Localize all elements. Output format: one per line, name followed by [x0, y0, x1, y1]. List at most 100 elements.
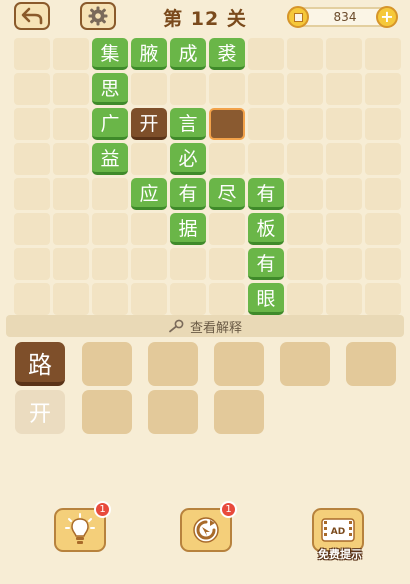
char-tile[interactable]: 板	[248, 213, 284, 245]
char-tile[interactable]: 据	[170, 213, 206, 245]
char-tile[interactable]: 言	[170, 108, 206, 140]
empty-cell	[287, 38, 323, 70]
tile-char: 腋	[139, 43, 159, 65]
back-button[interactable]	[14, 2, 50, 30]
choice-tile[interactable]: 路	[15, 342, 65, 386]
lightbulb-hint-button[interactable]: 1	[54, 501, 111, 552]
empty-cell	[248, 73, 284, 105]
choice-tile[interactable]: 开	[15, 390, 65, 434]
empty-cell	[53, 143, 89, 175]
free-hint-label: 免费提示	[318, 548, 362, 561]
tile-char: 眼	[256, 288, 276, 310]
choice-char: 路	[28, 350, 52, 379]
char-tile[interactable]: 益	[92, 143, 128, 175]
empty-cell	[365, 283, 401, 315]
empty-cell	[209, 213, 245, 245]
empty-cell	[326, 213, 362, 245]
tile-char: 成	[178, 43, 198, 65]
empty-cell	[365, 248, 401, 280]
empty-cell	[14, 38, 50, 70]
empty-cell	[287, 248, 323, 280]
empty-cell	[365, 38, 401, 70]
empty-cell	[365, 143, 401, 175]
empty-cell	[287, 143, 323, 175]
empty-cell	[248, 108, 284, 140]
empty-cell	[131, 73, 167, 105]
char-tile[interactable]: 广	[92, 108, 128, 140]
tile-char: 有	[256, 253, 276, 275]
choice-slot-empty[interactable]	[214, 342, 264, 386]
empty-cell	[131, 143, 167, 175]
view-explanation-label: 查看解释	[189, 320, 242, 336]
svg-text:AD: AD	[331, 527, 345, 537]
choice-slot-empty[interactable]	[82, 342, 132, 386]
empty-cell	[326, 108, 362, 140]
tile-char: 集	[100, 43, 120, 65]
empty-cell	[365, 108, 401, 140]
selected-empty-cell[interactable]	[209, 108, 245, 140]
tile-char: 板	[256, 218, 276, 240]
settings-button[interactable]	[80, 2, 116, 30]
view-explanation-button[interactable]: 查看解释	[6, 315, 404, 337]
level-title: 第 12 关	[163, 8, 247, 30]
empty-cell	[14, 213, 50, 245]
empty-cell	[92, 213, 128, 245]
tile-char: 有	[178, 183, 198, 205]
char-tile[interactable]: 成	[170, 38, 206, 70]
choice-slot-empty[interactable]	[346, 342, 396, 386]
tile-char: 益	[100, 148, 120, 170]
empty-cell	[209, 73, 245, 105]
empty-cell	[14, 73, 50, 105]
char-tile[interactable]: 尽	[209, 178, 245, 210]
coin-count: 834	[333, 10, 357, 24]
hint-count-badge: 1	[94, 501, 111, 518]
char-tile[interactable]: 集	[92, 38, 128, 70]
empty-cell	[287, 178, 323, 210]
choice-slot-empty[interactable]	[280, 342, 330, 386]
free-hint-ad-button[interactable]: AD 免费提示	[312, 508, 364, 561]
empty-cell	[326, 73, 362, 105]
empty-cell	[287, 283, 323, 315]
char-tile[interactable]: 应	[131, 178, 167, 210]
tile-char: 尽	[217, 183, 237, 205]
tile-char: 应	[139, 183, 159, 205]
refresh-button[interactable]: 1	[180, 501, 237, 552]
char-tile[interactable]: 腋	[131, 38, 167, 70]
choice-slot-empty[interactable]	[82, 390, 132, 434]
tile-char: 言	[178, 113, 198, 135]
choice-char: 开	[28, 402, 51, 427]
empty-cell	[287, 213, 323, 245]
empty-cell	[170, 283, 206, 315]
tile-char: 开	[139, 113, 159, 135]
empty-cell	[365, 213, 401, 245]
empty-cell	[326, 283, 362, 315]
empty-cell	[14, 143, 50, 175]
refresh-icon	[193, 517, 219, 543]
add-coins-button[interactable]: +	[376, 6, 398, 28]
placed-char-tile[interactable]: 开	[131, 108, 167, 140]
empty-cell	[53, 73, 89, 105]
coin-counter: 834 +	[287, 6, 398, 28]
empty-cell	[131, 248, 167, 280]
empty-cell	[170, 73, 206, 105]
char-tile[interactable]: 有	[170, 178, 206, 210]
choice-slot-empty[interactable]	[214, 390, 264, 434]
empty-cell	[248, 38, 284, 70]
tile-char: 思	[100, 78, 120, 100]
char-tile[interactable]: 有	[248, 178, 284, 210]
char-tile[interactable]: 眼	[248, 283, 284, 315]
back-arrow-icon	[21, 7, 43, 25]
empty-cell	[14, 108, 50, 140]
choice-slot-empty[interactable]	[148, 390, 198, 434]
char-tile[interactable]: 有	[248, 248, 284, 280]
char-tile[interactable]: 必	[170, 143, 206, 175]
coin-icon	[287, 6, 309, 28]
lightbulb-icon	[65, 513, 95, 544]
char-tile[interactable]: 裘	[209, 38, 245, 70]
magnifier-icon	[169, 319, 184, 333]
char-tile[interactable]: 思	[92, 73, 128, 105]
choice-slot-empty[interactable]	[148, 342, 198, 386]
empty-cell	[92, 178, 128, 210]
empty-cell	[248, 143, 284, 175]
empty-cell	[209, 283, 245, 315]
